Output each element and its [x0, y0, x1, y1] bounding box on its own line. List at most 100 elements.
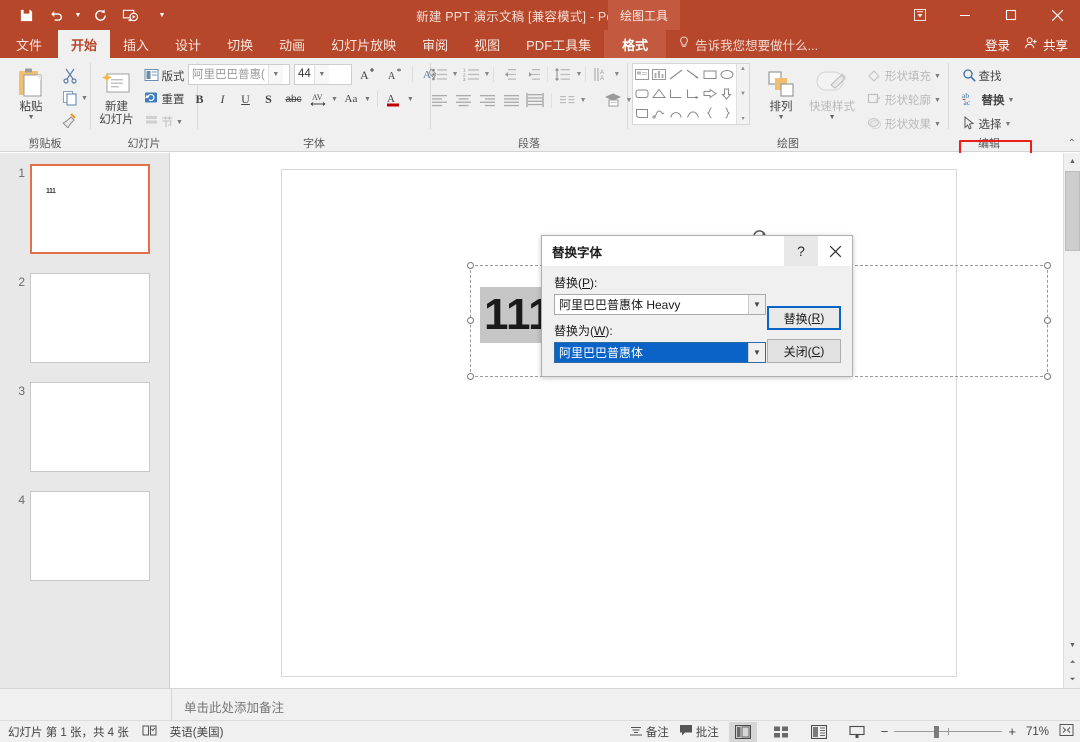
resize-handle-e[interactable]: [1044, 317, 1051, 324]
shape-elbow-connector-icon[interactable]: [668, 84, 685, 103]
shape-textbox-icon[interactable]: [634, 65, 651, 84]
undo-dropdown-icon[interactable]: ▼: [72, 3, 84, 27]
align-left-button[interactable]: [428, 89, 451, 111]
find-button[interactable]: 查找: [959, 65, 1018, 87]
replace-button[interactable]: ab ac 替换 ▼: [959, 89, 1018, 111]
shape-arrow-icon[interactable]: [685, 65, 702, 84]
canvas-vertical-scrollbar[interactable]: ▲ ▼ ⏶ ⏷: [1063, 153, 1080, 688]
slideshow-icon[interactable]: [116, 3, 144, 27]
bullets-dropdown-icon[interactable]: ▼: [452, 71, 459, 78]
with-font-dropdown-icon[interactable]: ▼: [748, 343, 765, 362]
select-dropdown-icon[interactable]: ▼: [1005, 121, 1012, 128]
scrollbar-thumb[interactable]: [1065, 171, 1080, 251]
tab-design[interactable]: 设计: [162, 30, 214, 58]
copy-button[interactable]: [58, 87, 81, 109]
zoom-level-label[interactable]: 71%: [1026, 726, 1049, 738]
fit-slide-to-window-icon[interactable]: [1059, 723, 1074, 740]
scroll-down-icon[interactable]: ▼: [1064, 637, 1080, 654]
underline-button[interactable]: U: [234, 88, 257, 110]
thumbnail-preview[interactable]: [30, 382, 150, 472]
select-button[interactable]: 选择 ▼: [959, 113, 1018, 135]
zoom-knob[interactable]: [934, 725, 940, 738]
shape-curve-icon[interactable]: [668, 104, 685, 123]
font-name-combo[interactable]: 阿里巴巴普惠( ▼: [188, 63, 290, 85]
align-right-button[interactable]: [476, 89, 499, 111]
spellcheck-icon[interactable]: [142, 724, 157, 740]
arrange-button[interactable]: 排列 ▼: [758, 63, 804, 121]
save-icon[interactable]: [12, 3, 40, 27]
increase-font-size-button[interactable]: A: [356, 63, 379, 85]
thumbnail-3[interactable]: 3: [6, 382, 150, 472]
shape-right-arrow-icon[interactable]: [701, 84, 718, 103]
slide-thumbnail-pane[interactable]: 1 111 2 3 4: [0, 153, 170, 688]
numbering-dropdown-icon[interactable]: ▼: [484, 71, 491, 78]
line-spacing-dropdown-icon[interactable]: ▼: [575, 71, 582, 78]
columns-button[interactable]: [556, 89, 579, 111]
undo-icon[interactable]: [42, 3, 70, 27]
tab-home[interactable]: 开始: [58, 30, 111, 58]
collapse-ribbon-icon[interactable]: ⌃: [1068, 138, 1076, 149]
change-case-dropdown-icon[interactable]: ▼: [364, 96, 371, 103]
shape-effects-button[interactable]: 形状效果 ▼: [864, 113, 944, 135]
tab-pdf-tools[interactable]: PDF工具集: [513, 30, 604, 58]
shape-outline-button[interactable]: 形状轮廓 ▼: [864, 89, 944, 111]
tab-transitions[interactable]: 切换: [214, 30, 266, 58]
new-slide-button[interactable]: 新建 幻灯片: [93, 63, 141, 127]
text-direction-dropdown-icon[interactable]: ▼: [613, 71, 620, 78]
zoom-track[interactable]: [894, 725, 1003, 738]
notes-pane[interactable]: 单击此处添加备注: [0, 688, 1080, 721]
resize-handle-se[interactable]: [1044, 373, 1051, 380]
minimize-button[interactable]: [942, 0, 988, 30]
tab-file[interactable]: 文件: [0, 30, 58, 58]
align-center-button[interactable]: [452, 89, 475, 111]
resize-handle-nw[interactable]: [467, 262, 474, 269]
shape-fill-dropdown-icon[interactable]: ▼: [934, 73, 941, 80]
thumbnail-4[interactable]: 4: [6, 491, 150, 581]
language-indicator[interactable]: 英语(美国): [170, 724, 224, 740]
thumbnail-preview[interactable]: 111: [30, 164, 150, 254]
tab-view[interactable]: 视图: [461, 30, 513, 58]
numbering-button[interactable]: 123: [460, 63, 483, 85]
character-spacing-dropdown-icon[interactable]: ▼: [331, 96, 338, 103]
shape-effects-dropdown-icon[interactable]: ▼: [934, 121, 941, 128]
next-slide-icon[interactable]: ⏷: [1064, 671, 1080, 688]
shapes-scroll-up-icon[interactable]: ▲: [740, 66, 746, 72]
with-font-combo[interactable]: 阿里巴巴普惠体 ▼: [554, 342, 766, 363]
zoom-out-button[interactable]: −: [881, 724, 889, 739]
format-painter-button[interactable]: [58, 109, 81, 131]
increase-indent-button[interactable]: [521, 63, 544, 85]
thumbnail-preview[interactable]: [30, 491, 150, 581]
distribute-button[interactable]: [524, 89, 547, 111]
previous-slide-icon[interactable]: ⏶: [1064, 654, 1080, 671]
decrease-font-size-button[interactable]: A: [383, 63, 406, 85]
strikethrough-button[interactable]: abc: [280, 88, 307, 110]
notes-toggle-button[interactable]: 备注: [629, 724, 669, 740]
line-spacing-button[interactable]: [551, 63, 574, 85]
notes-placeholder[interactable]: 单击此处添加备注: [184, 697, 284, 716]
shape-elbow-arrow-icon[interactable]: [685, 84, 702, 103]
sign-in-link[interactable]: 登录: [985, 35, 1010, 54]
shape-left-brace-icon[interactable]: [701, 104, 718, 123]
shape-oval-icon[interactable]: [718, 65, 735, 84]
bold-button[interactable]: B: [188, 88, 211, 110]
customize-qat-icon[interactable]: ▼: [156, 3, 168, 27]
zoom-slider[interactable]: − +: [881, 724, 1016, 739]
paste-dropdown-icon[interactable]: ▼: [28, 114, 35, 121]
text-direction-button[interactable]: AA: [589, 63, 612, 85]
shape-rectangle-icon[interactable]: [701, 65, 718, 84]
thumbnail-1[interactable]: 1 111: [6, 164, 150, 254]
replace-font-dropdown-icon[interactable]: ▼: [748, 295, 765, 314]
shape-chart-icon[interactable]: [651, 65, 668, 84]
thumbnail-preview[interactable]: [30, 273, 150, 363]
replace-font-dialog[interactable]: 替换字体 ? 替换(P): 阿里巴巴普惠体 Heavy ▼ 替换为(W): 阿里…: [541, 235, 853, 377]
font-size-dropdown-icon[interactable]: ▼: [313, 64, 329, 84]
resize-handle-sw[interactable]: [467, 373, 474, 380]
bullets-button[interactable]: [428, 63, 451, 85]
tab-animations[interactable]: 动画: [266, 30, 318, 58]
comments-toggle-button[interactable]: 批注: [679, 724, 719, 740]
text-shadow-button[interactable]: S: [257, 88, 280, 110]
arrange-dropdown-icon[interactable]: ▼: [778, 114, 785, 121]
change-case-button[interactable]: Aa: [340, 88, 362, 110]
quick-styles-button[interactable]: 快速样式 ▼: [804, 63, 860, 121]
font-color-dropdown-icon[interactable]: ▼: [407, 96, 414, 103]
